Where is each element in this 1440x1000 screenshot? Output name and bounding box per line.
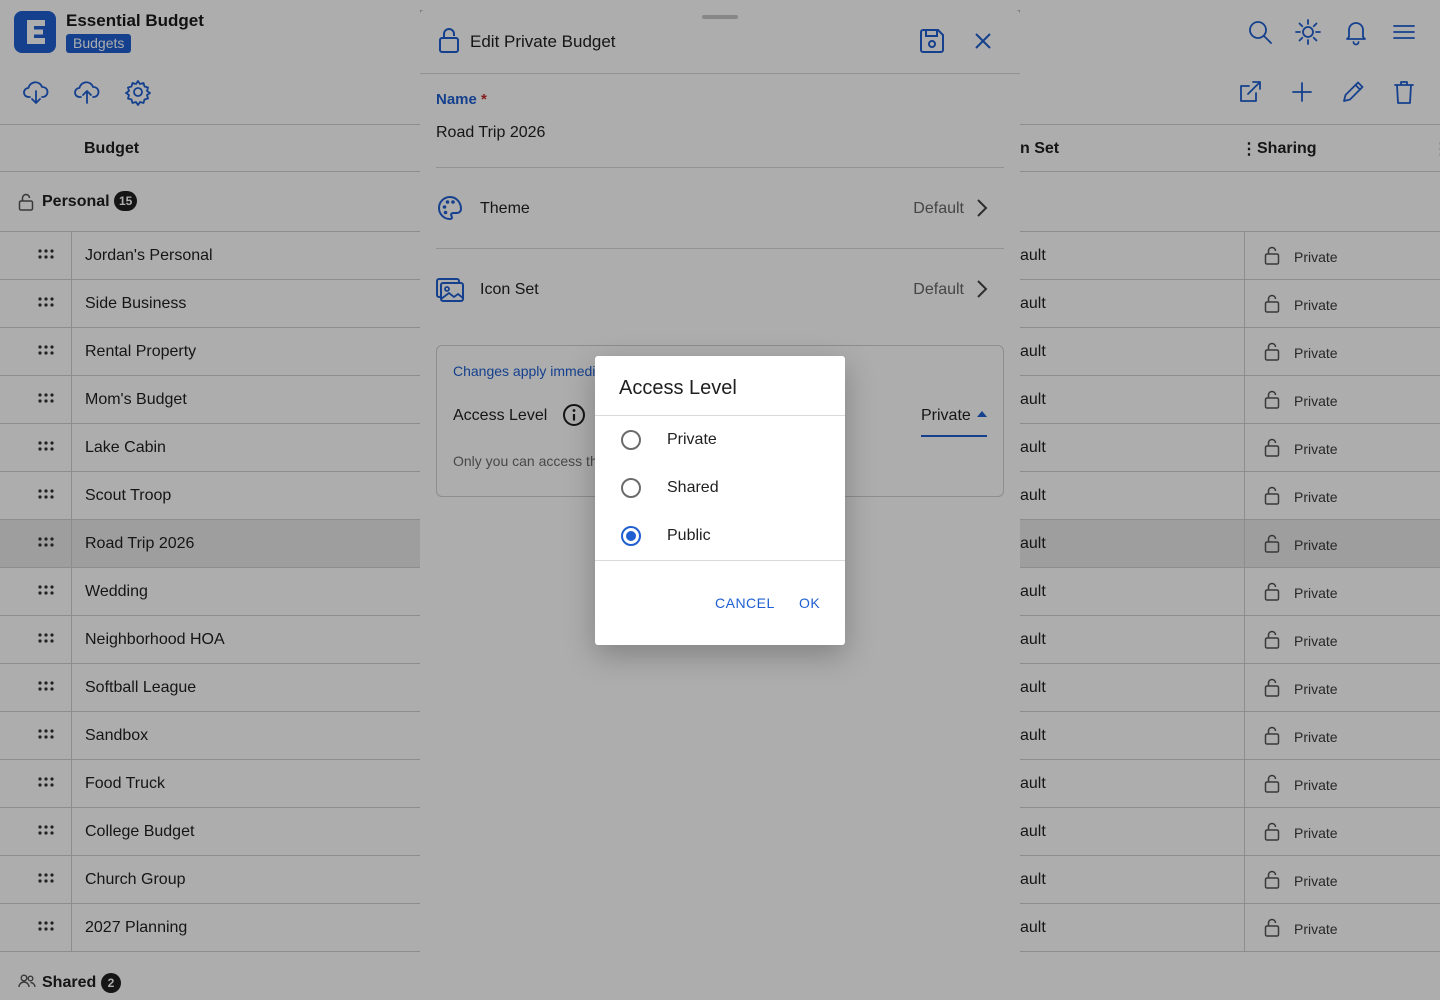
radio-button-selected[interactable]	[621, 526, 641, 546]
option-public[interactable]: Public	[595, 512, 845, 560]
dialog-title: Access Level	[619, 377, 737, 399]
option-shared[interactable]: Shared	[595, 464, 845, 512]
cancel-button[interactable]: CANCEL	[715, 595, 775, 611]
option-private[interactable]: Private	[595, 416, 845, 464]
radio-button[interactable]	[621, 478, 641, 498]
radio-button[interactable]	[621, 430, 641, 450]
option-label: Public	[667, 527, 711, 544]
option-label: Shared	[667, 479, 719, 496]
access-level-dialog: Access Level Private Shared Public CANCE…	[595, 356, 845, 645]
divider	[595, 560, 845, 561]
ok-button[interactable]: OK	[799, 595, 820, 611]
option-label: Private	[667, 431, 717, 448]
